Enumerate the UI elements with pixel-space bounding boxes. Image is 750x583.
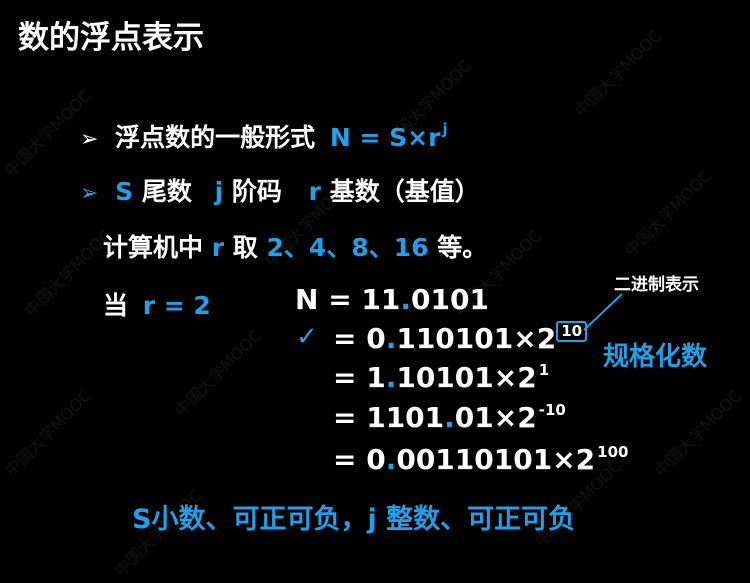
- case-when: 当: [103, 291, 129, 320]
- watermark: 中国大学MOOC: [651, 385, 746, 481]
- bullet-components: ➢ S 尾数 j 阶码 r 基数（基值）: [80, 172, 480, 208]
- normalized-number-label: 规格化数: [603, 342, 708, 372]
- exponent-label: 阶码: [231, 177, 282, 206]
- equation-equals: =: [333, 361, 357, 394]
- watermark: 中国大学MOOC: [21, 225, 116, 321]
- radix-r: r: [211, 233, 225, 262]
- equation-lhs: N: [295, 283, 319, 316]
- general-form-exponent: j: [442, 120, 448, 138]
- equation-equals: =: [333, 443, 357, 476]
- watermark: 中国大学MOOC: [171, 325, 266, 421]
- callout-arrow: [583, 293, 623, 331]
- equation-frac: 110101: [396, 322, 514, 355]
- watermark: 中国大学MOOC: [1, 385, 96, 481]
- radix-suffix: 等。: [437, 233, 488, 262]
- arrow-bullet-icon: ➢: [80, 127, 99, 152]
- general-form-formula: N = S×r: [329, 123, 441, 152]
- equation-times: ×2: [493, 361, 537, 394]
- equation-row: = 0.110101×2 10: [333, 321, 588, 355]
- general-form-label: 浮点数的一般形式: [115, 123, 316, 152]
- equation-int: 11: [361, 283, 401, 316]
- equation-times: ×2: [493, 401, 537, 434]
- equation-frac: 10101: [396, 361, 494, 394]
- equation-int: 1101: [366, 401, 445, 434]
- radix-symbol: r: [308, 177, 321, 206]
- equation-frac: 00110101: [396, 443, 553, 476]
- equation-row: N = 11.0101: [295, 283, 489, 316]
- radix-values-line: 计算机中 r 取 2、4、8、16 等。: [103, 228, 487, 264]
- exponent-symbol: j: [214, 177, 224, 206]
- equation-int: 0: [366, 322, 386, 355]
- watermark: 中国大学MOOC: [621, 165, 716, 261]
- equation-point: .: [444, 401, 455, 434]
- equation-row: = 0.00110101×2 100: [333, 443, 628, 476]
- equation-point: .: [385, 361, 397, 394]
- equation-equals: =: [328, 283, 352, 316]
- equation-frac: 01: [454, 401, 494, 434]
- equation-exponent: 1: [538, 361, 550, 379]
- check-icon: ✓: [296, 322, 318, 352]
- equation-int: 1: [366, 361, 386, 394]
- case-condition: r = 2: [142, 291, 211, 320]
- equation-equals: =: [333, 401, 357, 434]
- equation-row: = 1.10101×2 1: [333, 361, 549, 394]
- equation-int: 0: [366, 443, 386, 476]
- radix-prefix: 计算机中: [103, 233, 204, 262]
- radix-label: 基数（基值）: [329, 177, 480, 206]
- mantissa-symbol: S: [115, 177, 134, 206]
- bullet-general-form: ➢ 浮点数的一般形式 N = S×r j: [80, 118, 448, 154]
- equation-exponent: 100: [597, 443, 629, 461]
- equation-exponent: -10: [538, 401, 566, 419]
- page-title: 数的浮点表示: [18, 20, 204, 56]
- equation-times: ×2: [552, 443, 596, 476]
- equation-point: .: [385, 322, 397, 355]
- watermark: 中国大学MOOC: [571, 25, 666, 121]
- equation-row: = 1101.01×2 -10: [333, 401, 566, 434]
- equation-equals: =: [333, 322, 357, 355]
- arrow-bullet-icon: ➢: [80, 181, 99, 206]
- mantissa-label: 尾数: [141, 177, 192, 206]
- equation-times: ×2: [513, 322, 557, 355]
- equation-frac: 0101: [411, 283, 489, 316]
- case-label: 当 r = 2: [103, 286, 211, 322]
- equation-point: .: [385, 443, 397, 476]
- radix-values: 2、4、8、16: [266, 233, 429, 262]
- equation-point: .: [400, 283, 412, 316]
- summary-text: S小数、可正可负，j 整数、可正可负: [132, 504, 576, 535]
- radix-mid: 取: [232, 233, 258, 262]
